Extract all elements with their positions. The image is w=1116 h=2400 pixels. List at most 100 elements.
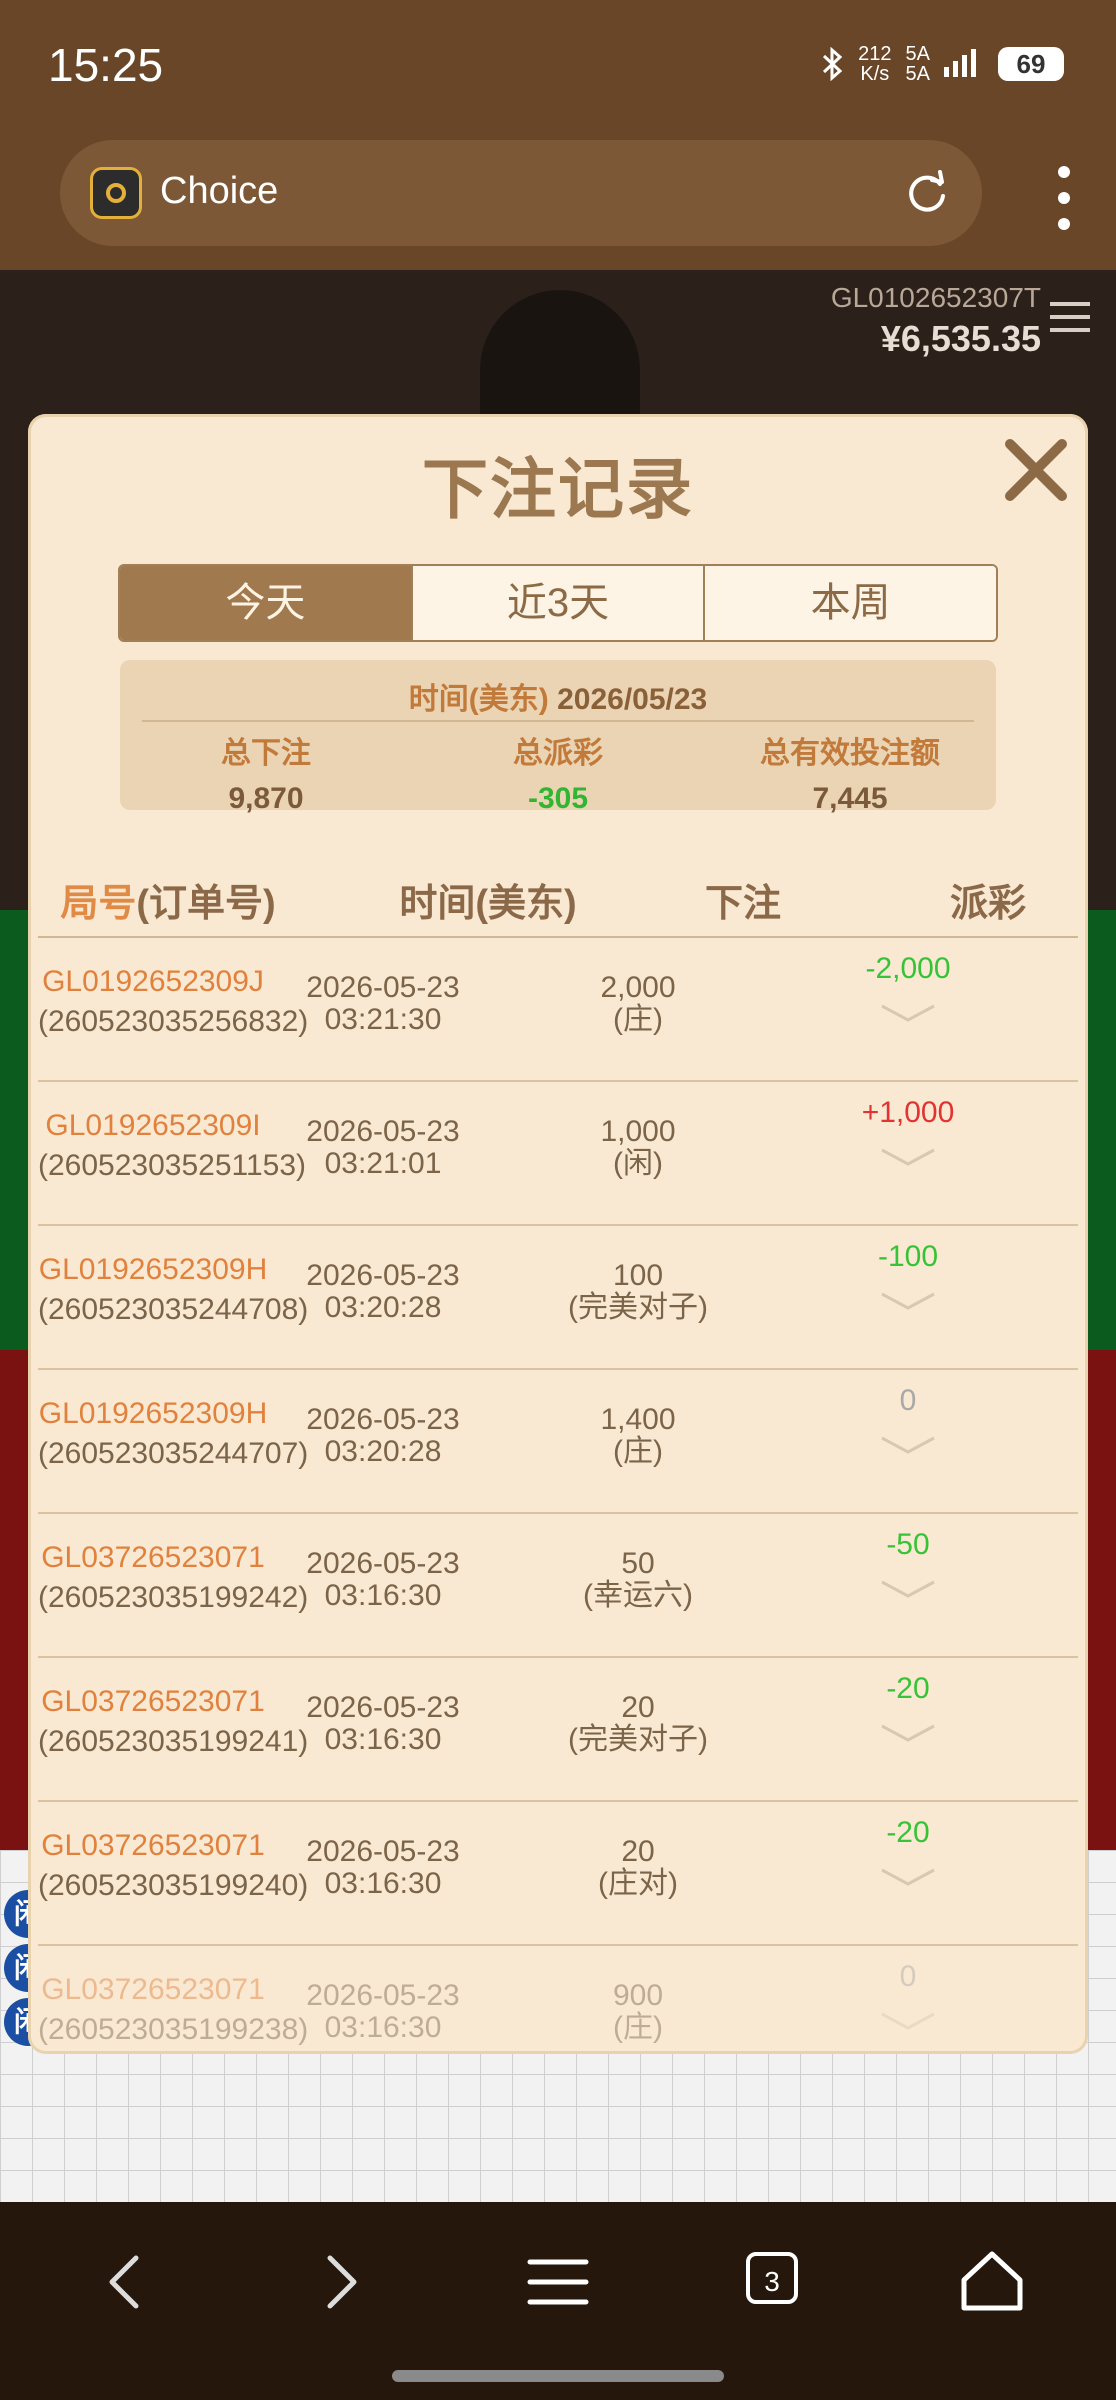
bet-clock: 03:16:30 (324, 1579, 442, 1612)
payout-cell: -20 (778, 1672, 1038, 1744)
chevron-down-icon[interactable] (878, 1144, 938, 1168)
reload-icon[interactable] (902, 168, 952, 218)
bet-clock: 03:21:30 (324, 1003, 442, 1036)
bet-amount: 50 (621, 1547, 655, 1580)
col-bet: 下注 (704, 883, 781, 925)
chevron-down-icon[interactable] (878, 2008, 938, 2032)
payout-cell: -2,000 (778, 952, 1038, 1024)
bet-clock: 03:20:28 (324, 1291, 442, 1324)
chevron-down-icon[interactable] (878, 1864, 938, 1888)
col-round: 局号(订单号) (38, 872, 298, 927)
table-row[interactable]: GL0192652309I (260523035251153) 2026-05-23… (38, 1082, 1078, 1226)
payout-value: -20 (886, 1816, 930, 1849)
time-cell: 2026-05-23 03:21:01 (268, 1116, 498, 1180)
payout-value: -50 (886, 1528, 930, 1561)
bet-date: 2026-05-23 (306, 1115, 460, 1148)
bet-amount: 1,000 (600, 1115, 676, 1148)
payout-cell: 0 (778, 1384, 1038, 1456)
chevron-down-icon[interactable] (878, 1000, 938, 1024)
time-cell: 2026-05-23 03:20:28 (268, 1404, 498, 1468)
table-row[interactable]: GL03726523071 (260523035199238) 2026-05-23… (38, 1946, 1078, 2054)
bet-clock: 03:16:30 (324, 1867, 442, 1900)
battery-indicator: 69 (998, 47, 1064, 81)
order-number: (260523035256832) (38, 1005, 309, 1038)
round-cell: GL0192652309H (260523035244707) (38, 1394, 308, 1474)
tab-this-week[interactable]: 本周 (705, 566, 996, 640)
account-id: GL0102652307T (830, 282, 1041, 313)
total-bet-value: 9,870 (228, 782, 304, 815)
net-speed: 212 K/s (858, 43, 892, 85)
round-id: GL0192652309J (42, 965, 264, 998)
round-id: GL0192652309I (45, 1109, 261, 1142)
round-cell: GL03726523071 (260523035199241) (38, 1682, 308, 1762)
summary-date: 时间(美东) 2026/05/23 (120, 674, 996, 718)
payout-cell: +1,000 (778, 1096, 1038, 1168)
divider (142, 720, 974, 722)
total-payout: 总派彩 -305 (412, 728, 704, 816)
payout-value: 0 (899, 1384, 917, 1417)
balance: ¥6,535.35 (880, 318, 1041, 359)
total-valid-bet: 总有效投注额 7,445 (704, 728, 996, 816)
system-icons: 212 K/s 5A 5A 69 (820, 44, 1064, 84)
address-bar[interactable]: Choice (60, 140, 982, 246)
total-valid-label: 总有效投注额 (760, 737, 940, 770)
round-cell: GL03726523071 (260523035199242) (38, 1538, 309, 1618)
time-cell: 2026-05-23 03:16:30 (268, 1980, 498, 2044)
summary-date-label: 时间(美东) (408, 683, 549, 716)
table-row[interactable]: GL03726523071 (260523035199240) 2026-05-23… (38, 1802, 1078, 1946)
order-number: (260523035199240) (38, 1869, 309, 1902)
bet-type: (完美对子) (568, 1723, 708, 1756)
summary-panel: 时间(美东) 2026/05/23 总下注 9,870 总派彩 -305 总有效… (120, 660, 996, 815)
bet-type: (庄对) (598, 1867, 678, 1900)
bet-type: (庄) (613, 1435, 663, 1468)
bet-amount: 20 (621, 1691, 655, 1724)
payout-cell: -20 (778, 1816, 1038, 1888)
table-row[interactable]: GL0192652309H (260523035244708) 2026-05-23… (38, 1226, 1078, 1370)
bet-cell: 1,000 (闲) (498, 1116, 778, 1180)
chevron-down-icon[interactable] (878, 1288, 938, 1312)
gesture-bar[interactable] (392, 2370, 724, 2382)
time-cell: 2026-05-23 03:16:30 (268, 1548, 498, 1612)
bet-cell: 100 (完美对子) (498, 1260, 778, 1324)
bet-clock: 03:16:30 (324, 1723, 442, 1756)
total-bet: 总下注 9,870 (120, 728, 412, 816)
bet-cell: 20 (庄对) (498, 1836, 778, 1900)
order-number: (260523035199238) (38, 2013, 309, 2046)
time-cell: 2026-05-23 03:20:28 (268, 1260, 498, 1324)
table-row[interactable]: GL03726523071 (260523035199242) 2026-05-23… (38, 1514, 1078, 1658)
col-round-prefix: 局号 (60, 883, 137, 925)
tab-3-days[interactable]: 近3天 (412, 566, 706, 640)
site-title: Choice (160, 170, 279, 212)
tab-today[interactable]: 今天 (120, 566, 413, 640)
payout-value: 0 (899, 1960, 917, 1993)
close-icon[interactable] (998, 432, 1074, 508)
tab-switcher-button[interactable]: 3 (746, 2252, 798, 2304)
bet-cell: 900 (庄) (498, 1980, 778, 2044)
bet-amount: 100 (612, 1259, 664, 1292)
bet-clock: 03:20:28 (324, 1435, 442, 1468)
round-cell: GL0192652309J (260523035256832) (38, 962, 309, 1042)
order-number: (260523035199242) (38, 1581, 309, 1614)
clock: 15:25 (48, 39, 164, 91)
menu-icon[interactable] (518, 2242, 598, 2322)
back-arrow-icon[interactable] (86, 2242, 166, 2322)
chevron-down-icon[interactable] (878, 1576, 938, 1600)
chevron-down-icon[interactable] (878, 1432, 938, 1456)
bet-amount: 1,400 (600, 1403, 676, 1436)
home-icon[interactable] (952, 2242, 1032, 2322)
table-row[interactable]: GL0192652309J (260523035256832) 2026-05-23… (38, 938, 1078, 1082)
chevron-down-icon[interactable] (878, 1720, 938, 1744)
forward-arrow-icon[interactable] (300, 2242, 380, 2322)
menu-icon[interactable] (1050, 302, 1090, 341)
total-valid-value: 7,445 (812, 782, 888, 815)
date-range-tabs: 今天 近3天 本周 (118, 564, 998, 642)
round-cell: GL03726523071 (260523035199238) (38, 1970, 309, 2050)
more-vert-icon[interactable] (1054, 166, 1074, 236)
bottom-nav: 3 (0, 2202, 1116, 2400)
table-row[interactable]: GL03726523071 (260523035199241) 2026-05-23… (38, 1658, 1078, 1802)
bet-date: 2026-05-23 (306, 971, 460, 1004)
table-row[interactable]: GL0192652309H (260523035244707) 2026-05-23… (38, 1370, 1078, 1514)
round-id: GL0192652309H (38, 1253, 268, 1286)
site-favicon-icon (90, 167, 142, 219)
bet-type: (幸运六) (583, 1579, 693, 1612)
